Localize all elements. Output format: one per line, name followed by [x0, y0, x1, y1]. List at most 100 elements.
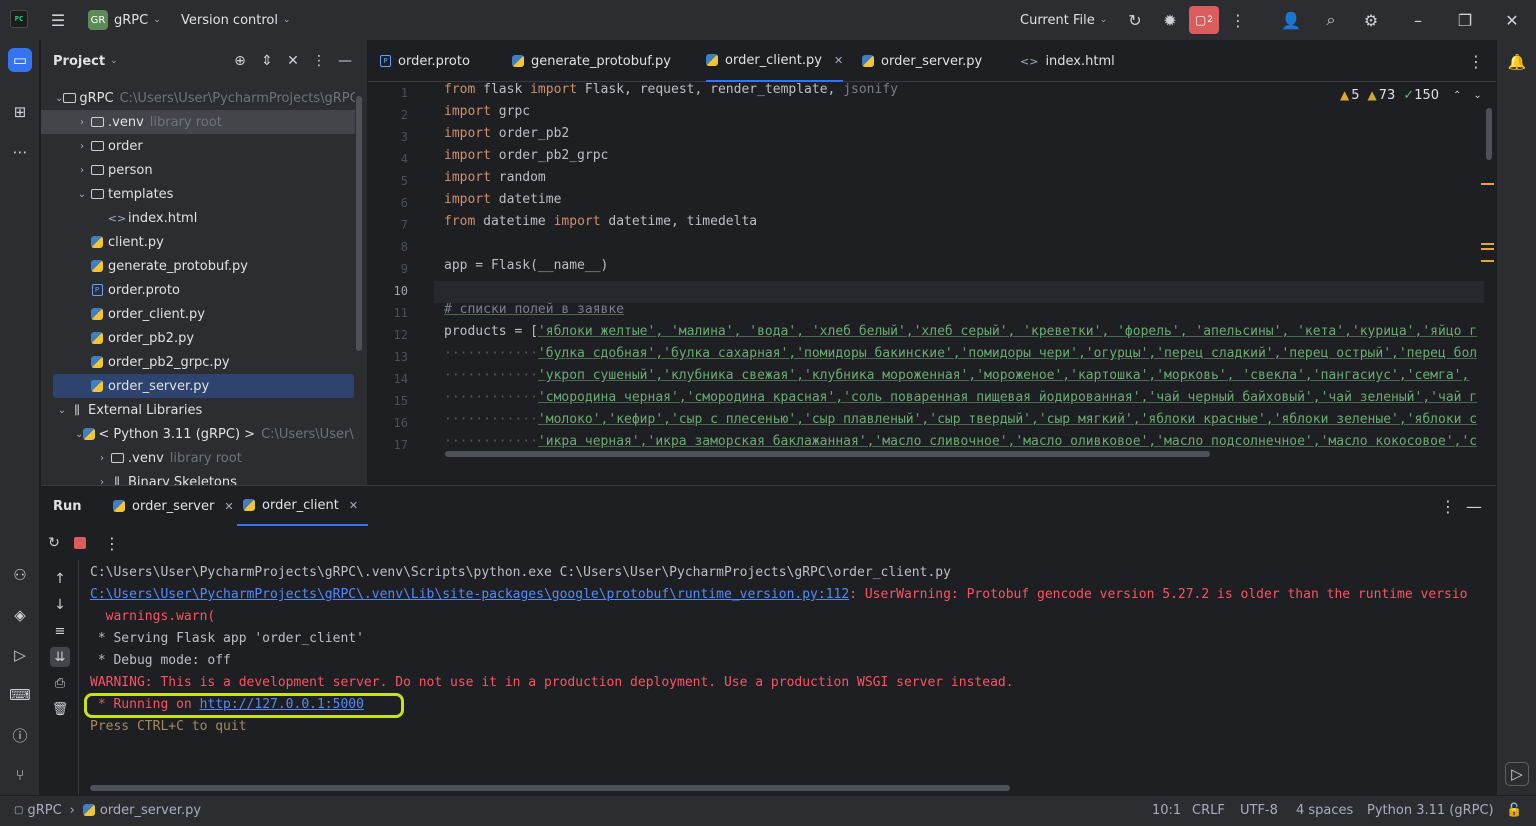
breadcrumb-project[interactable]: gRPC [27, 803, 61, 818]
stop-icon[interactable] [70, 533, 90, 553]
stop-run-button[interactable]: ▢ 2 [1189, 6, 1219, 34]
caret-position[interactable]: 10:1 [1152, 796, 1181, 824]
project-panel-title[interactable]: Project [53, 54, 105, 69]
more-run-actions-icon[interactable]: ⋮ [102, 533, 122, 553]
expand-arrow-icon[interactable]: ⌄ [55, 93, 63, 104]
line-number[interactable]: 4 [368, 152, 408, 166]
scroll-to-end-icon[interactable]: ⇊ [50, 647, 70, 667]
add-user-icon[interactable]: 👤 [1281, 10, 1301, 30]
collapse-all-icon[interactable]: ✕ [284, 52, 302, 70]
tree-item[interactable]: order_pb2.py [41, 326, 355, 350]
more-actions-icon[interactable]: ⋮ [1228, 10, 1248, 30]
problems-icon[interactable]: ⓘ [8, 723, 32, 747]
line-separator[interactable]: CRLF [1192, 796, 1225, 824]
breadcrumb-file[interactable]: order_server.py [100, 803, 201, 818]
tree-item[interactable]: order_pb2_grpc.py [41, 350, 355, 374]
indent-setting[interactable]: 4 spaces [1296, 796, 1353, 824]
tree-item[interactable]: generate_protobuf.py [41, 254, 355, 278]
expand-arrow-icon[interactable]: ⌄ [55, 405, 69, 416]
scroll-down-icon[interactable]: ↓ [50, 595, 70, 615]
minimize-icon[interactable]: – [1408, 10, 1428, 30]
settings-gear-icon[interactable]: ⚙ [1361, 10, 1381, 30]
ai-assistant-icon[interactable]: ▷ [1505, 762, 1529, 786]
line-number[interactable]: 2 [368, 108, 408, 122]
scroll-up-icon[interactable]: ↑ [50, 569, 70, 589]
editor-vertical-scrollbar[interactable] [1486, 108, 1492, 160]
collapse-arrow-icon[interactable]: › [75, 117, 89, 128]
line-number[interactable]: 3 [368, 130, 408, 144]
run-tab[interactable]: order_server ✕ [107, 486, 244, 526]
line-number[interactable]: 6 [368, 196, 408, 210]
project-scrollbar[interactable] [356, 96, 362, 351]
line-number[interactable]: 13 [368, 350, 408, 364]
error-stripe-mark[interactable] [1481, 243, 1494, 245]
editor-tab[interactable]: <> index.html [1020, 40, 1115, 82]
line-number[interactable]: 7 [368, 218, 408, 232]
close-tab-icon[interactable]: ✕ [834, 54, 843, 67]
search-icon[interactable]: ⌕ [1321, 10, 1341, 30]
inspection-widget[interactable]: ▲ 5 ▲ 73 ✓ 150 ⌃ ⌄ [1340, 86, 1482, 104]
line-number[interactable]: 10 [368, 284, 408, 298]
editor-horizontal-scrollbar[interactable] [445, 451, 1210, 457]
run-options-icon[interactable]: ⋮ [1438, 496, 1458, 516]
tree-item[interactable]: ⌄ ⫼ External Libraries [41, 398, 355, 422]
tree-item[interactable]: order_client.py [41, 302, 355, 326]
clear-console-icon[interactable]: 🗑 [50, 699, 70, 719]
tree-item[interactable]: › order [41, 134, 355, 158]
tab-options-icon[interactable]: ⋮ [1466, 51, 1486, 71]
editor-tab[interactable]: generate_protobuf.py [512, 40, 671, 82]
tree-item[interactable]: › .venv library root [41, 110, 355, 134]
notifications-bell-icon[interactable]: 🔔 [1505, 50, 1529, 74]
file-encoding[interactable]: UTF-8 [1240, 796, 1278, 824]
run-config-selector[interactable]: Current File ⌄ [1020, 0, 1107, 40]
more-tools-icon[interactable]: ⋯ [8, 140, 32, 164]
editor-tab[interactable]: order_client.py ✕ [706, 40, 844, 82]
error-stripe-mark[interactable] [1481, 248, 1494, 250]
next-highlight-icon[interactable]: ⌄ [1473, 90, 1481, 101]
line-number[interactable]: 11 [368, 306, 408, 320]
code-content[interactable]: from flask import Flask, request, render… [444, 82, 1484, 460]
structure-tool-icon[interactable]: ⊞ [8, 100, 32, 124]
expand-arrow-icon[interactable]: ⌄ [75, 429, 83, 440]
tree-item[interactable]: › .venv library root [41, 446, 355, 470]
git-icon[interactable]: ⑂ [8, 763, 32, 787]
tree-item[interactable]: client.py [41, 230, 355, 254]
soft-wrap-icon[interactable]: ≡ [50, 621, 70, 641]
hide-run-panel-icon[interactable]: — [1464, 496, 1484, 516]
console-horizontal-scrollbar[interactable] [90, 785, 1010, 791]
tree-item[interactable]: Porder.proto [41, 278, 355, 302]
line-number[interactable]: 9 [368, 262, 408, 276]
main-menu-icon[interactable]: ☰ [48, 10, 68, 30]
tree-item[interactable]: ⌄ < Python 3.11 (gRPC) > C:\Users\User\Py [41, 422, 355, 446]
chevron-down-icon[interactable]: ⌄ [110, 56, 118, 66]
tree-item[interactable]: › person [41, 158, 355, 182]
line-number[interactable]: 14 [368, 372, 408, 386]
rerun-icon[interactable]: ↻ [44, 533, 64, 553]
editor-tab[interactable]: Porder.proto [380, 40, 470, 82]
tree-item[interactable]: ⌄ gRPC C:\Users\User\PycharmProjects\gRPC [41, 86, 355, 110]
close-tab-icon[interactable]: ✕ [349, 499, 358, 512]
rerun-icon[interactable]: ↻ [1125, 10, 1145, 30]
line-number[interactable]: 15 [368, 394, 408, 408]
collapse-arrow-icon[interactable]: › [95, 453, 109, 464]
tree-item[interactable]: order_server.py [53, 374, 354, 398]
collapse-arrow-icon[interactable]: › [75, 165, 89, 176]
python-packages-icon[interactable]: ⚇ [8, 563, 32, 587]
line-number[interactable]: 1 [368, 86, 408, 100]
lock-icon[interactable]: 🔓 [1506, 796, 1522, 824]
options-icon[interactable]: ⋮ [310, 52, 328, 70]
tree-item[interactable]: ⌄ templates [41, 182, 355, 206]
project-tool-icon[interactable]: ▭ [8, 48, 32, 72]
expand-arrow-icon[interactable]: ⌄ [75, 189, 89, 200]
console-file-link[interactable]: C:\Users\User\PycharmProjects\gRPC\.venv… [90, 587, 849, 602]
debug-icon[interactable]: ✹ [1160, 10, 1180, 30]
prev-highlight-icon[interactable]: ⌃ [1453, 90, 1461, 101]
services-icon[interactable]: ▷ [8, 643, 32, 667]
line-number[interactable]: 5 [368, 174, 408, 188]
layers-icon[interactable]: ◈ [8, 603, 32, 627]
error-stripe-mark[interactable] [1481, 183, 1494, 185]
line-number[interactable]: 17 [368, 438, 408, 452]
print-icon[interactable]: ⎙ [50, 673, 70, 693]
close-tab-icon[interactable]: ✕ [224, 500, 233, 513]
collapse-arrow-icon[interactable]: › [75, 141, 89, 152]
